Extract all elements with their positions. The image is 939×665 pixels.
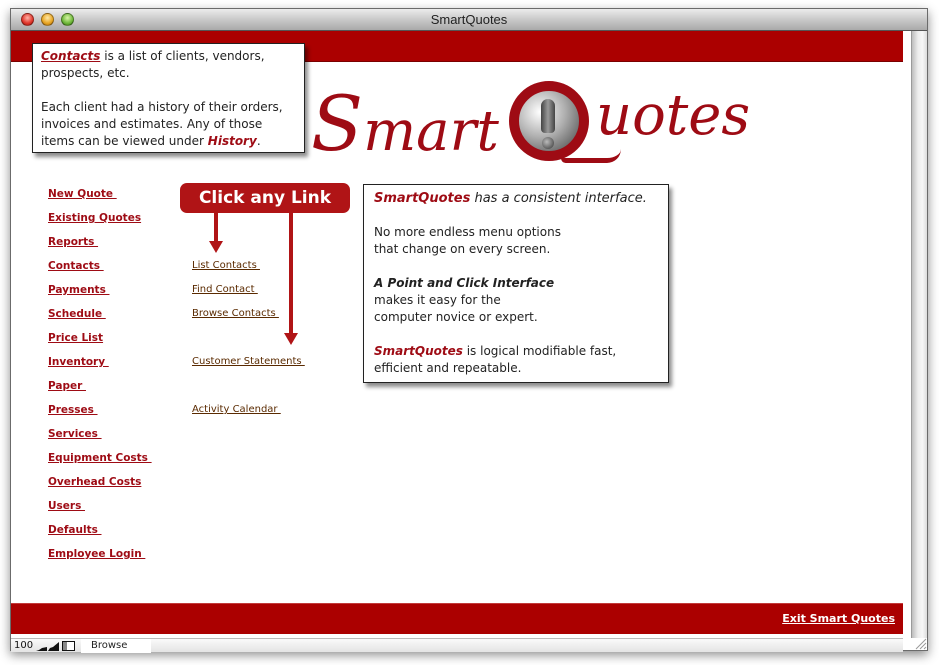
sublink-customer-statements[interactable]: Customer Statements	[192, 356, 305, 367]
info-box: SmartQuotes has a consistent interface. …	[363, 184, 669, 383]
callout-arrow-left-shaft	[214, 213, 218, 243]
logo-quotes-text: uotes	[596, 83, 751, 148]
tooltip-contacts-link[interactable]: Contacts	[41, 49, 100, 63]
nav-price-list[interactable]: Price List	[48, 332, 152, 356]
nav-presses[interactable]: Presses	[48, 404, 152, 428]
logo-q-tail	[561, 149, 621, 163]
resize-grip-icon[interactable]	[911, 636, 927, 650]
callout-arrow-right-shaft	[289, 213, 293, 335]
nav-payments[interactable]: Payments	[48, 284, 152, 308]
exit-smart-quotes-link[interactable]: Exit Smart Quotes	[782, 612, 895, 625]
exclamation-dot	[542, 137, 554, 149]
info-para-logical: SmartQuotes is logical modifiable fast, e…	[374, 344, 617, 375]
sublink-activity-calendar[interactable]: Activity Calendar	[192, 404, 281, 415]
app-window: SmartQuotes Smart uotes New Quote Existi…	[10, 8, 928, 653]
vertical-scrollbar[interactable]	[911, 31, 927, 638]
sublink-list-contacts[interactable]: List Contacts	[192, 260, 260, 271]
nav-paper[interactable]: Paper	[48, 380, 152, 404]
nav-employee-login[interactable]: Employee Login	[48, 548, 152, 572]
nav-services[interactable]: Services	[48, 428, 152, 452]
nav-contacts[interactable]: Contacts	[48, 260, 152, 284]
arrow-down-icon	[209, 241, 223, 253]
tooltip-para-2: Each client had a history of their order…	[41, 100, 283, 148]
nav-equipment-costs[interactable]: Equipment Costs	[48, 452, 152, 476]
nav-users[interactable]: Users	[48, 500, 152, 524]
main-nav: New Quote Existing Quotes Reports Contac…	[48, 188, 152, 572]
tooltip-history-link[interactable]: History	[208, 134, 257, 148]
zoom-out-icon[interactable]	[36, 641, 47, 651]
nav-inventory[interactable]: Inventory	[48, 356, 152, 380]
click-any-link-callout: Click any Link	[180, 183, 350, 213]
nav-defaults[interactable]: Defaults	[48, 524, 152, 548]
info-heading: SmartQuotes has a consistent interface.	[374, 191, 647, 206]
nav-overhead-costs[interactable]: Overhead Costs	[48, 476, 152, 500]
info-para-menus: No more endless menu options that change …	[374, 225, 561, 256]
status-bar: 100 Browse	[11, 638, 903, 653]
zoom-level[interactable]: 100	[14, 639, 33, 652]
nav-new-quote[interactable]: New Quote	[48, 188, 152, 212]
contacts-tooltip: Contacts is a list of clients, vendors, …	[32, 43, 305, 153]
nav-existing-quotes[interactable]: Existing Quotes	[48, 212, 152, 236]
window-title: SmartQuotes	[430, 12, 508, 27]
logo-smart-text: Smart	[311, 79, 499, 168]
title-bar[interactable]: SmartQuotes	[11, 9, 927, 31]
smartquotes-logo: Smart uotes	[311, 71, 750, 171]
mode-label: Browse	[91, 640, 128, 651]
arrow-down-icon	[284, 333, 298, 345]
exclamation-icon	[541, 99, 555, 133]
info-para-point-click: A Point and Click Interface makes it easy…	[374, 276, 555, 324]
tooltip-para-1: Contacts is a list of clients, vendors, …	[41, 49, 265, 80]
toggle-status-area-icon[interactable]	[62, 641, 75, 651]
sublink-browse-contacts[interactable]: Browse Contacts	[192, 308, 279, 319]
footer-band: Exit Smart Quotes	[11, 603, 903, 634]
nav-schedule[interactable]: Schedule	[48, 308, 152, 332]
zoom-in-icon[interactable]	[48, 641, 59, 651]
sublink-find-contact[interactable]: Find Contact	[192, 284, 258, 295]
nav-reports[interactable]: Reports	[48, 236, 152, 260]
